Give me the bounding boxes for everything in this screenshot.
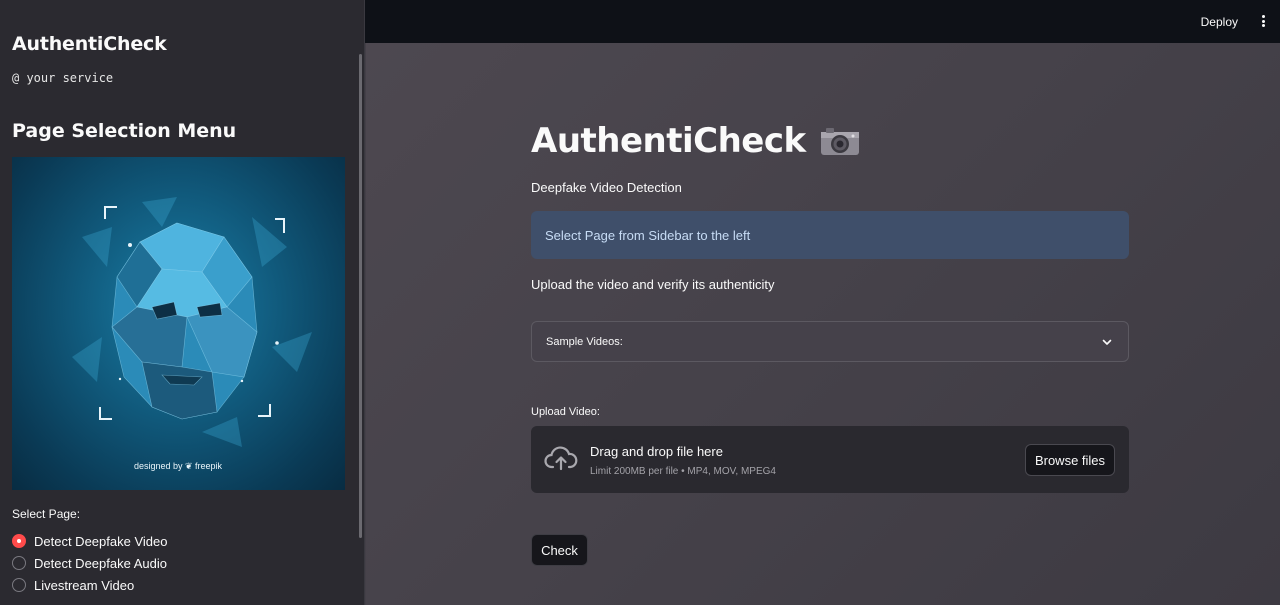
cloud-upload-icon (544, 446, 578, 471)
top-header: Deploy (365, 0, 1280, 43)
select-value: Sample Videos: (546, 336, 623, 348)
page-title: AuthentiCheck (531, 121, 860, 161)
page-radio-group: Detect Deepfake Video Detect Deepfake Au… (12, 530, 167, 596)
radio-indicator[interactable] (12, 578, 26, 592)
radio-label: Livestream Video (34, 577, 135, 593)
sidebar-brand: AuthentiCheck (12, 33, 167, 55)
info-alert-text: Select Page from Sidebar to the left (545, 228, 751, 243)
deploy-button[interactable]: Deploy (1201, 15, 1238, 29)
radio-label: Detect Deepfake Video (34, 533, 168, 549)
file-dropzone[interactable]: Drag and drop file here Limit 200MB per … (531, 426, 1129, 493)
radio-livestream[interactable]: Livestream Video (12, 574, 167, 596)
sidebar-scrollbar[interactable] (359, 54, 362, 538)
kebab-menu-icon[interactable] (1260, 13, 1266, 29)
select-page-label: Select Page: (12, 507, 81, 521)
camera-icon (820, 128, 859, 155)
sample-videos-select[interactable]: Sample Videos: (531, 321, 1129, 362)
sidebar-tagline: @ your service (12, 71, 114, 85)
upload-video-label: Upload Video: (531, 406, 600, 418)
dropzone-title: Drag and drop file here (590, 444, 723, 459)
hero-credit: designed by ❦ freepik (134, 461, 223, 471)
main-content: AuthentiCheck Deepfake Video Detection S… (366, 43, 1280, 605)
face-mesh-illustration: designed by ❦ freepik (72, 197, 312, 471)
chevron-down-icon[interactable] (1100, 335, 1114, 349)
info-alert: Select Page from Sidebar to the left (531, 211, 1129, 259)
sidebar: AuthentiCheck @ your service Page Select… (0, 0, 365, 605)
page-subtitle: Deepfake Video Detection (531, 180, 682, 195)
dropzone-limit: Limit 200MB per file • MP4, MOV, MPEG4 (590, 466, 776, 477)
upload-instructions: Upload the video and verify its authenti… (531, 277, 775, 292)
radio-indicator[interactable] (12, 556, 26, 570)
check-button[interactable]: Check (531, 534, 588, 566)
radio-selected-indicator[interactable] (12, 534, 26, 548)
radio-detect-audio[interactable]: Detect Deepfake Audio (12, 552, 167, 574)
hero-image: designed by ❦ freepik (12, 157, 345, 490)
radio-detect-video[interactable]: Detect Deepfake Video (12, 530, 167, 552)
page-title-text: AuthentiCheck (531, 121, 806, 161)
radio-label: Detect Deepfake Audio (34, 555, 167, 571)
browse-files-button[interactable]: Browse files (1025, 444, 1115, 476)
sidebar-menu-title: Page Selection Menu (12, 120, 237, 142)
